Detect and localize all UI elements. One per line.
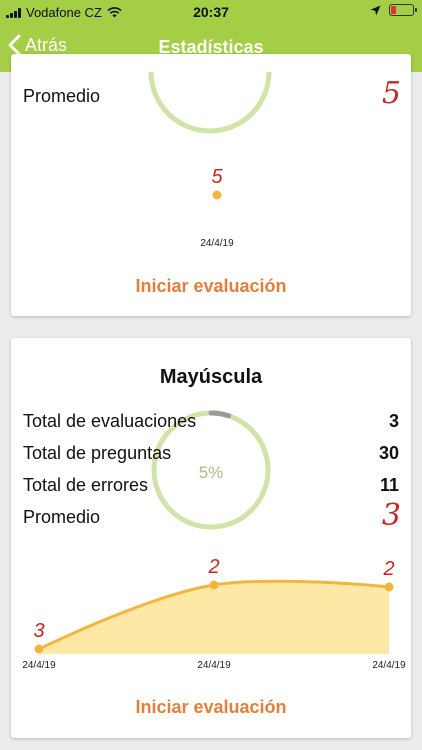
stats-card-minuscula: Promedio 5 5 24/4/19 Iniciar evaluación — [11, 54, 411, 316]
data-label: 5 — [211, 166, 223, 188]
error-rate-value: 5% — [198, 463, 224, 482]
average-label: Promedio — [23, 507, 101, 527]
data-point — [34, 644, 44, 654]
stat-value-errors: 11 — [379, 475, 399, 495]
start-evaluation-button[interactable]: Iniciar evaluación — [11, 276, 411, 297]
average-value: 3 — [381, 498, 401, 533]
stats-card-mayuscula: Mayúscula 5% Total de evaluaciones 3 Tot… — [11, 338, 411, 738]
stat-label-questions: Total de preguntas — [23, 443, 172, 463]
status-right — [370, 4, 417, 16]
x-tick-label: 24/4/19 — [197, 660, 231, 671]
average-label: Promedio — [23, 86, 101, 106]
stat-label-errors: Total de errores — [23, 475, 149, 495]
average-value: 5 — [381, 76, 401, 111]
battery-icon — [389, 4, 417, 16]
score-chart: 3 24/4/19 2 24/4/19 2 24/4/19 — [22, 556, 406, 671]
x-tick-label: 24/4/19 — [22, 660, 56, 671]
stat-label-evaluations: Total de evaluaciones — [23, 411, 197, 431]
score-chart: 5 24/4/19 — [200, 166, 234, 249]
back-button[interactable]: Atrás — [8, 34, 67, 56]
chevron-left-icon — [8, 34, 21, 56]
x-tick-label: 24/4/19 — [200, 238, 234, 249]
location-arrow-icon — [370, 5, 381, 15]
stat-value-evaluations: 3 — [388, 411, 399, 431]
back-label: Atrás — [25, 34, 68, 55]
data-point — [212, 190, 222, 200]
data-label: 2 — [207, 556, 219, 578]
status-time: 20:37 — [193, 4, 229, 20]
start-evaluation-button[interactable]: Iniciar evaluación — [11, 697, 411, 718]
x-tick-label: 24/4/19 — [372, 660, 406, 671]
data-label: 3 — [33, 620, 44, 642]
card-title: Mayúscula — [159, 366, 263, 388]
status-bar: Vodafone CZ 20:37 — [0, 0, 422, 24]
stat-value-questions: 30 — [378, 443, 399, 463]
area-fill — [39, 581, 389, 654]
data-label: 2 — [382, 558, 394, 580]
data-point — [384, 582, 394, 592]
data-point — [209, 580, 219, 590]
